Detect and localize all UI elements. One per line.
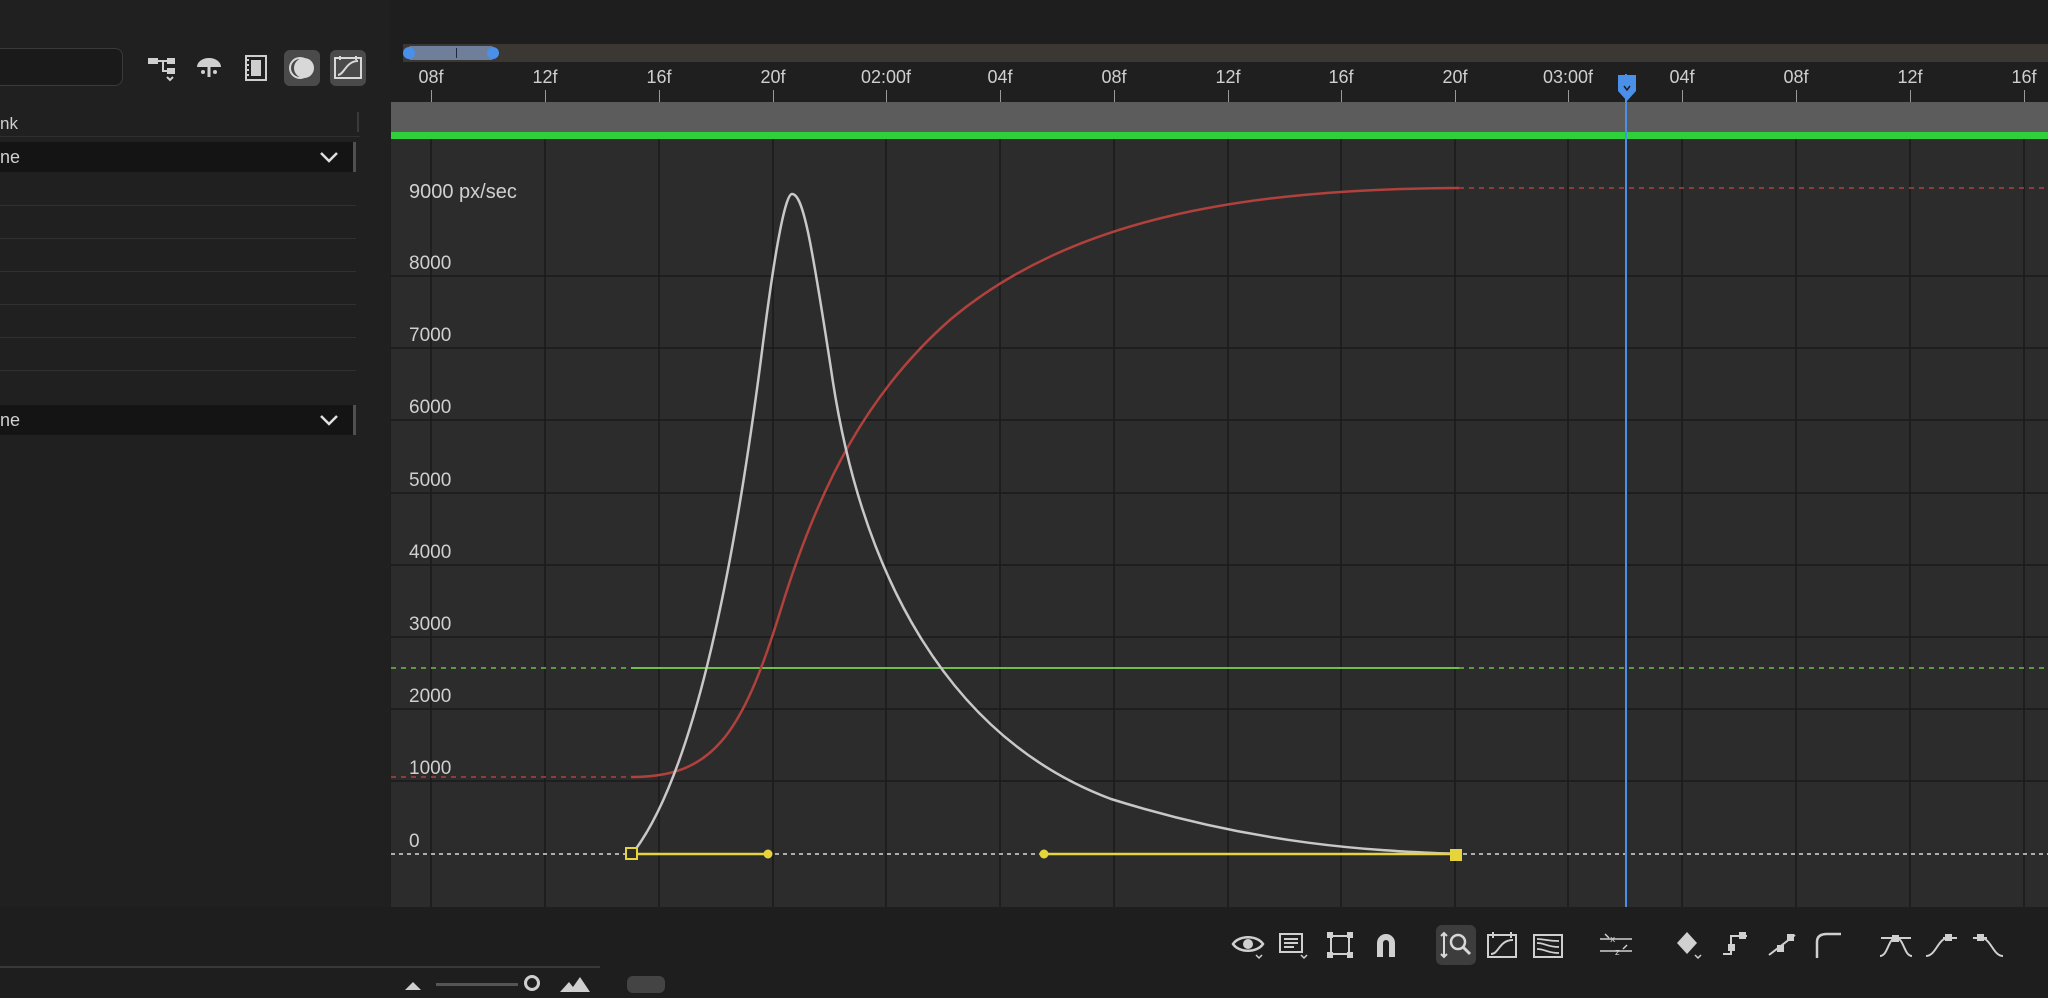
- snap-magnet-icon[interactable]: [1366, 925, 1406, 965]
- time-ruler[interactable]: 08f 12f 16f 20f 02:00f 04f 08f 12f 16f 2…: [391, 62, 2048, 102]
- ruler-label: 12f: [1897, 67, 1923, 87]
- ruler-label: 02:00f: [860, 67, 912, 87]
- keyframe-end[interactable]: [1450, 849, 1462, 861]
- y-axis-label: 2000: [409, 686, 452, 707]
- transform-box-icon[interactable]: [1320, 925, 1360, 965]
- parent-link-dropdown-2[interactable]: ne: [0, 405, 356, 435]
- ruler-label: 20f: [1442, 67, 1468, 87]
- column-separator[interactable]: [357, 112, 359, 132]
- ruler-label: 16f: [646, 67, 672, 87]
- filmstrip-icon[interactable]: [238, 50, 274, 86]
- ruler-label: 04f: [987, 67, 1013, 87]
- chevron-down-icon: [320, 152, 338, 163]
- keyframe-diamond-icon[interactable]: [1670, 925, 1710, 965]
- zoom-slider-track[interactable]: [436, 983, 518, 986]
- work-area-bar[interactable]: [391, 102, 2048, 132]
- y-axis-label: 5000: [409, 470, 452, 491]
- ruler-label: 08f: [418, 67, 444, 87]
- easy-ease-icon[interactable]: [1876, 925, 1916, 965]
- column-header-label: nk: [0, 114, 18, 133]
- hold-keyframe-icon[interactable]: [1716, 925, 1756, 965]
- navigator-end-handle[interactable]: [487, 47, 499, 59]
- separate-dimensions-icon[interactable]: xz: [1596, 925, 1636, 965]
- time-navigator-range[interactable]: [403, 46, 499, 60]
- graph-type-icon[interactable]: [1274, 925, 1314, 965]
- vertical-gridlines: [430, 139, 2025, 907]
- ruler-label: 20f: [760, 67, 786, 87]
- y-axis-label: 0: [409, 831, 420, 852]
- ruler-label: 16f: [1328, 67, 1354, 87]
- y-axis-label: 3000: [409, 614, 452, 635]
- y-axis-label: 1000: [409, 758, 452, 779]
- speed-curve: [631, 192, 1460, 856]
- row-divider: [0, 205, 356, 206]
- motion-blur-icon[interactable]: [284, 50, 320, 86]
- playhead-marker[interactable]: [1617, 74, 1637, 102]
- ruler-label: 12f: [532, 67, 558, 87]
- row-divider: [0, 238, 356, 239]
- zoom-slider-handle[interactable]: [524, 975, 540, 991]
- dropdown-value: ne: [0, 410, 21, 430]
- svg-text:x: x: [1610, 935, 1616, 945]
- panel-divider: [0, 966, 600, 968]
- graph-editor-icon[interactable]: [330, 50, 366, 86]
- handle-point[interactable]: [763, 849, 773, 859]
- fit-selection-icon[interactable]: [1482, 925, 1522, 965]
- dropdown-value: ne: [0, 147, 21, 167]
- y-axis-label: 6000: [409, 397, 452, 418]
- zoom-in-icon[interactable]: [558, 976, 592, 998]
- zoom-out-icon[interactable]: [403, 978, 423, 998]
- fit-all-icon[interactable]: [1528, 925, 1568, 965]
- row-divider: [0, 304, 356, 305]
- search-input[interactable]: [0, 48, 123, 86]
- row-divider: [0, 337, 356, 338]
- linear-keyframe-icon[interactable]: [1762, 925, 1802, 965]
- y-axis-unit-label: 9000 px/sec: [409, 181, 517, 203]
- y-axis-label: 4000: [409, 542, 452, 563]
- ruler-label: 08f: [1783, 67, 1809, 87]
- render-cache-bar: [391, 132, 2048, 139]
- auto-bezier-icon[interactable]: [1808, 925, 1848, 965]
- ruler-label: 08f: [1101, 67, 1127, 87]
- flowchart-icon[interactable]: [144, 50, 180, 86]
- horizontal-gridlines: [391, 275, 2048, 782]
- y-axis-label: 7000: [409, 325, 452, 346]
- navigator-center-mark: [456, 48, 457, 58]
- eye-icon[interactable]: [1228, 925, 1268, 965]
- ruler-label: 03:00f: [1542, 67, 1594, 87]
- y-axis-label: 8000: [409, 253, 452, 274]
- row-divider: [0, 271, 356, 272]
- playhead-line[interactable]: [1625, 74, 1627, 907]
- ruler-label: 12f: [1215, 67, 1241, 87]
- graph-editor-area[interactable]: 9000 px/sec 8000 7000 6000 5000 4000 300…: [391, 139, 2048, 907]
- ease-in-icon[interactable]: [1922, 925, 1962, 965]
- ease-out-icon[interactable]: [1968, 925, 2008, 965]
- column-header: nk: [0, 110, 360, 137]
- keyframe-start[interactable]: [625, 847, 638, 860]
- scroll-handle[interactable]: [627, 976, 665, 993]
- navigator-start-handle[interactable]: [403, 47, 415, 59]
- chevron-down-icon: [320, 415, 338, 426]
- parent-link-dropdown-1[interactable]: ne: [0, 142, 356, 172]
- ruler-label: 04f: [1669, 67, 1695, 87]
- handle-point[interactable]: [1039, 849, 1049, 859]
- graph-svg: [391, 139, 2048, 907]
- ruler-label: 16f: [2011, 67, 2037, 87]
- row-divider: [0, 370, 356, 371]
- svg-text:z: z: [1615, 948, 1620, 958]
- umbrella-icon[interactable]: [191, 50, 227, 86]
- time-navigator[interactable]: [403, 44, 2048, 62]
- fit-height-icon[interactable]: [1436, 925, 1476, 965]
